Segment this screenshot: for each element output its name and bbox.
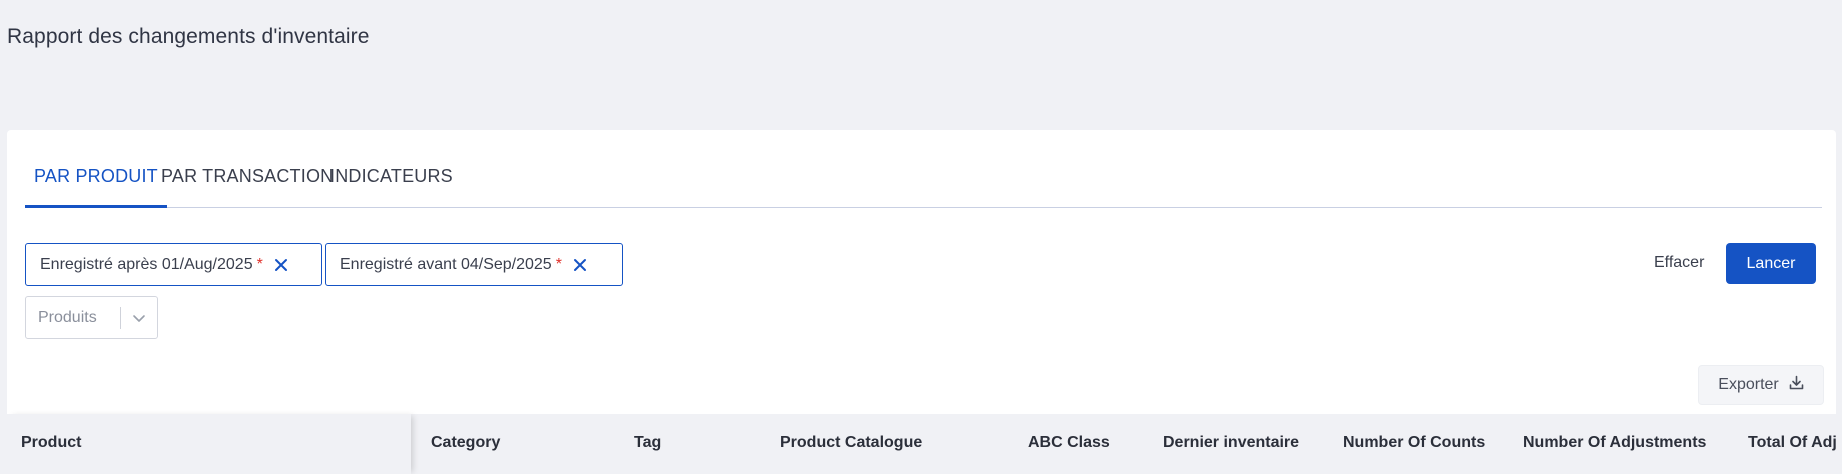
tab-indicators[interactable]: INDICATEURS <box>321 166 462 206</box>
filter-chip-recorded-before[interactable]: Enregistré avant 04/Sep/2025 * <box>325 243 623 286</box>
products-select-placeholder: Produits <box>38 308 97 326</box>
close-icon[interactable] <box>572 257 588 273</box>
run-button[interactable]: Lancer <box>1726 243 1816 284</box>
column-header-tag[interactable]: Tag <box>634 434 661 452</box>
clear-button[interactable]: Effacer <box>1654 254 1704 272</box>
tab-by-transaction[interactable]: PAR TRANSACTION <box>152 166 342 206</box>
chevron-down-icon[interactable] <box>121 313 157 323</box>
filter-chip-recorded-after[interactable]: Enregistré après 01/Aug/2025 * <box>25 243 322 286</box>
column-header-product[interactable]: Product <box>21 434 81 452</box>
report-card: PAR PRODUIT PAR TRANSACTION INDICATEURS … <box>7 130 1837 474</box>
filter-chip-label: Enregistré avant 04/Sep/2025 <box>340 255 552 273</box>
column-header-category[interactable]: Category <box>431 434 500 452</box>
tab-bar: PAR PRODUIT PAR TRANSACTION INDICATEURS <box>25 130 1822 208</box>
required-mark: * <box>555 255 562 273</box>
column-header-number-of-counts[interactable]: Number Of Counts <box>1343 434 1485 452</box>
column-header-product-catalogue[interactable]: Product Catalogue <box>780 434 922 452</box>
export-button-label: Exporter <box>1718 376 1779 393</box>
sticky-column-header: Product <box>7 414 411 474</box>
products-select[interactable]: Produits <box>25 296 158 339</box>
page-title: Rapport des changements d'inventaire <box>7 25 370 48</box>
close-icon[interactable] <box>273 257 289 273</box>
export-button[interactable]: Exporter <box>1698 365 1824 405</box>
tab-by-product[interactable]: PAR PRODUIT <box>25 166 167 208</box>
column-header-abc-class[interactable]: ABC Class <box>1028 434 1110 452</box>
column-header-last-inventory[interactable]: Dernier inventaire <box>1163 434 1299 452</box>
download-icon <box>1789 375 1804 395</box>
column-header-number-of-adjustments[interactable]: Number Of Adjustments <box>1523 434 1706 452</box>
table-header: Product Category Tag Product Catalogue A… <box>7 414 1837 474</box>
column-header-total-of-adj[interactable]: Total Of Adj <box>1748 434 1837 452</box>
filter-chip-label: Enregistré après 01/Aug/2025 <box>40 255 253 273</box>
required-mark: * <box>256 255 263 273</box>
